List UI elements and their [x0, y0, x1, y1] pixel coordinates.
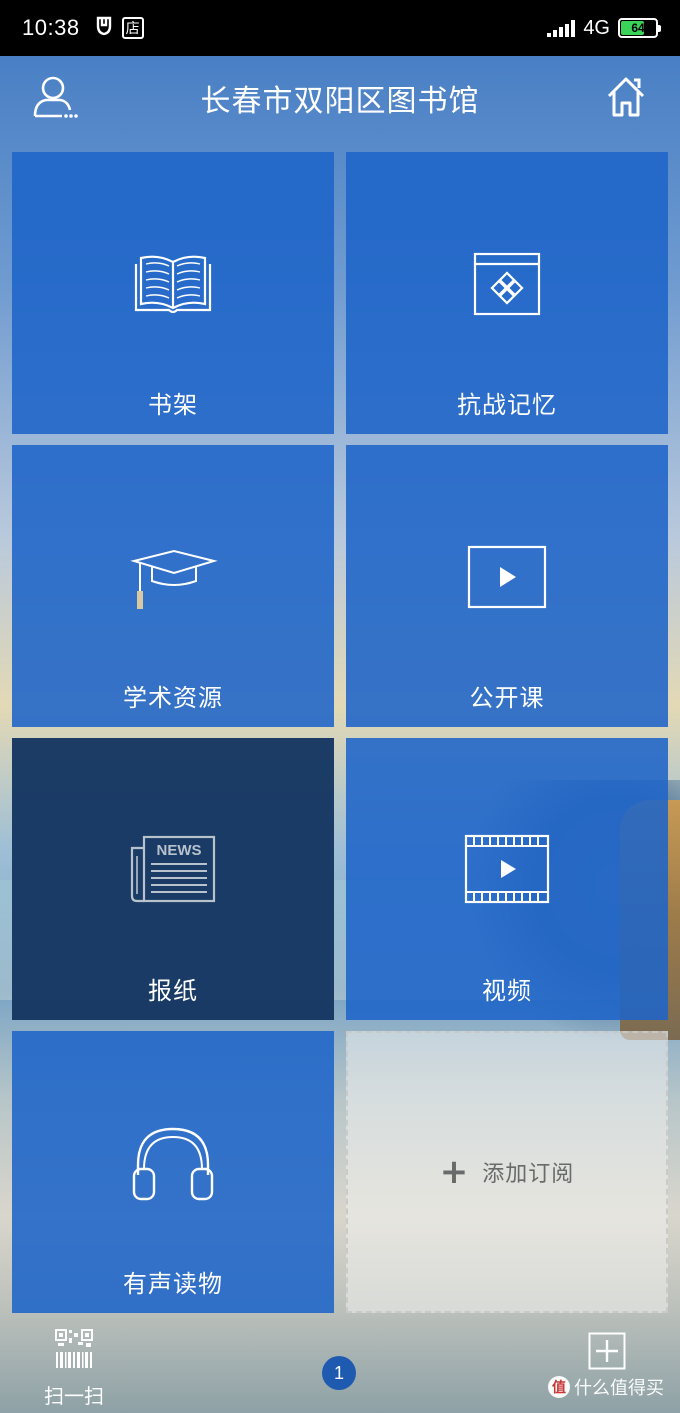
- watermark-text: 什么值得买: [574, 1378, 664, 1399]
- status-bar: 10:38 店 4G 64: [0, 0, 680, 56]
- network-type: 4G: [583, 16, 610, 39]
- film-play-icon: [346, 834, 668, 904]
- headphones-icon: [12, 1125, 334, 1201]
- play-box-icon: [346, 545, 668, 609]
- user-button[interactable]: [32, 74, 78, 120]
- scan-button[interactable]: 扫一扫: [40, 1328, 108, 1408]
- tile-video[interactable]: 视频: [346, 738, 668, 1020]
- tile-audiobook[interactable]: 有声读物: [12, 1031, 334, 1313]
- user-icon: [33, 76, 78, 118]
- tile-label: 书架: [148, 391, 198, 419]
- app-header: 长春市双阳区图书馆: [0, 56, 680, 140]
- plus-icon: +: [439, 1152, 469, 1192]
- add-button[interactable]: [588, 1332, 626, 1370]
- watermark-logo-icon: 值: [548, 1376, 570, 1398]
- graduation-cap-icon: [12, 547, 334, 613]
- status-time: 10:38: [22, 15, 80, 40]
- tile-war-memory[interactable]: 抗战记忆: [346, 152, 668, 434]
- tile-newspaper[interactable]: NEWS 报纸: [12, 738, 334, 1020]
- page-indicator[interactable]: 1: [322, 1356, 356, 1390]
- add-square-icon: [588, 1332, 626, 1370]
- tile-open-course[interactable]: 公开课: [346, 445, 668, 727]
- tile-academic[interactable]: 学术资源: [12, 445, 334, 727]
- battery-icon: 64: [618, 18, 661, 38]
- tile-label: 视频: [482, 977, 532, 1005]
- qr-scan-icon: [55, 1329, 93, 1368]
- tile-bookshelf[interactable]: 书架: [12, 152, 334, 434]
- store-badge-icon: 店: [121, 17, 144, 39]
- tile-label: 有声读物: [123, 1270, 223, 1298]
- tile-label: 公开课: [469, 684, 545, 712]
- newspaper-icon: NEWS: [12, 834, 334, 906]
- page-title: 长春市双阳区图书馆: [200, 84, 480, 119]
- watermark: 值 什么值得买: [548, 1374, 664, 1400]
- add-subscription-label: 添加订阅: [482, 1162, 575, 1187]
- signal-icon: [547, 19, 576, 37]
- book-icon: [12, 252, 334, 316]
- newspaper-icon-text: NEWS: [157, 842, 202, 859]
- window-diamond-icon: [346, 252, 668, 316]
- tile-label: 报纸: [148, 977, 198, 1005]
- home-icon: [607, 77, 645, 117]
- tile-label: 抗战记忆: [457, 391, 557, 419]
- tile-label: 学术资源: [123, 684, 223, 712]
- shield-icon: [94, 16, 114, 41]
- battery-percent: 64: [631, 21, 645, 35]
- scan-label: 扫一扫: [44, 1384, 104, 1408]
- add-subscription-tile[interactable]: + 添加订阅: [346, 1031, 668, 1313]
- home-button[interactable]: [606, 76, 646, 118]
